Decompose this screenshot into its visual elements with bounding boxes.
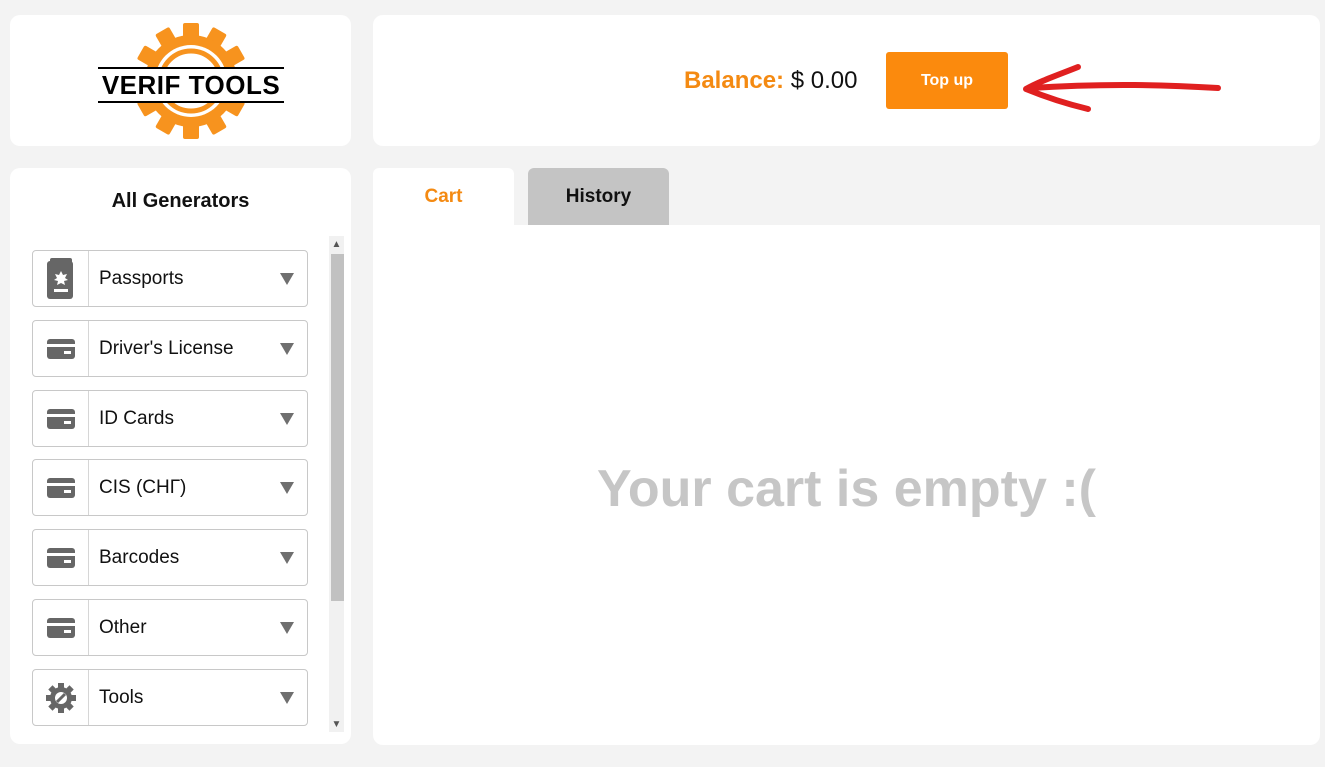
- sidebar-item-label: Other: [99, 616, 147, 638]
- tab-cart[interactable]: Cart: [373, 168, 514, 225]
- generators-sidebar: All Generators Passports Driver's Licens…: [10, 168, 351, 744]
- sidebar-item-id-cards[interactable]: ID Cards: [32, 390, 308, 447]
- logo-text: VERIF TOOLS: [98, 67, 284, 103]
- passport-icon: [33, 251, 89, 306]
- sidebar-item-other[interactable]: Other: [32, 599, 308, 656]
- tab-history[interactable]: History: [528, 168, 669, 225]
- card-icon: [33, 321, 89, 376]
- sidebar-item-barcodes[interactable]: Barcodes: [32, 529, 308, 586]
- caret-down-icon: [280, 412, 294, 425]
- caret-down-icon: [280, 691, 294, 704]
- empty-cart-message: Your cart is empty :(: [597, 460, 1096, 518]
- card-icon: [33, 600, 89, 655]
- red-arrow-annotation-icon: [1023, 64, 1221, 112]
- sidebar-scrollbar[interactable]: ▲ ▼: [329, 236, 344, 732]
- balance-display: Balance: $ 0.00: [684, 66, 857, 96]
- sidebar-item-label: ID Cards: [99, 407, 174, 429]
- caret-down-icon: [280, 551, 294, 564]
- caret-down-icon: [280, 481, 294, 494]
- gear-icon: [33, 670, 89, 725]
- sidebar-item-label: Passports: [99, 267, 184, 289]
- logo-card: VERIF TOOLS: [10, 15, 351, 146]
- caret-down-icon: [280, 342, 294, 355]
- caret-down-icon: [280, 621, 294, 634]
- header-bar: Balance: $ 0.00 Top up: [373, 15, 1320, 146]
- sidebar-item-label: Barcodes: [99, 546, 180, 568]
- card-icon: [33, 530, 89, 585]
- card-icon: [33, 460, 89, 515]
- scroll-up-icon[interactable]: ▲: [329, 236, 344, 252]
- scroll-down-icon[interactable]: ▼: [329, 716, 344, 732]
- sidebar-item-label: CIS (СНГ): [99, 476, 187, 498]
- balance-label: Balance:: [684, 67, 785, 94]
- sidebar-item-label: Driver's License: [99, 337, 234, 359]
- top-up-button[interactable]: Top up: [886, 52, 1008, 109]
- caret-down-icon: [280, 272, 294, 285]
- balance-value: $ 0.00: [790, 67, 858, 94]
- sidebar-item-tools[interactable]: Tools: [32, 669, 308, 726]
- sidebar-title: All Generators: [111, 190, 250, 212]
- sidebar-item-label: Tools: [99, 686, 144, 708]
- scroll-thumb[interactable]: [331, 254, 344, 601]
- sidebar-item-drivers-license[interactable]: Driver's License: [32, 320, 308, 377]
- sidebar-item-cis[interactable]: CIS (СНГ): [32, 459, 308, 516]
- sidebar-item-passports[interactable]: Passports: [32, 250, 308, 307]
- cart-panel: Your cart is empty :(: [373, 225, 1320, 745]
- logo[interactable]: VERIF TOOLS: [98, 21, 284, 141]
- card-icon: [33, 391, 89, 446]
